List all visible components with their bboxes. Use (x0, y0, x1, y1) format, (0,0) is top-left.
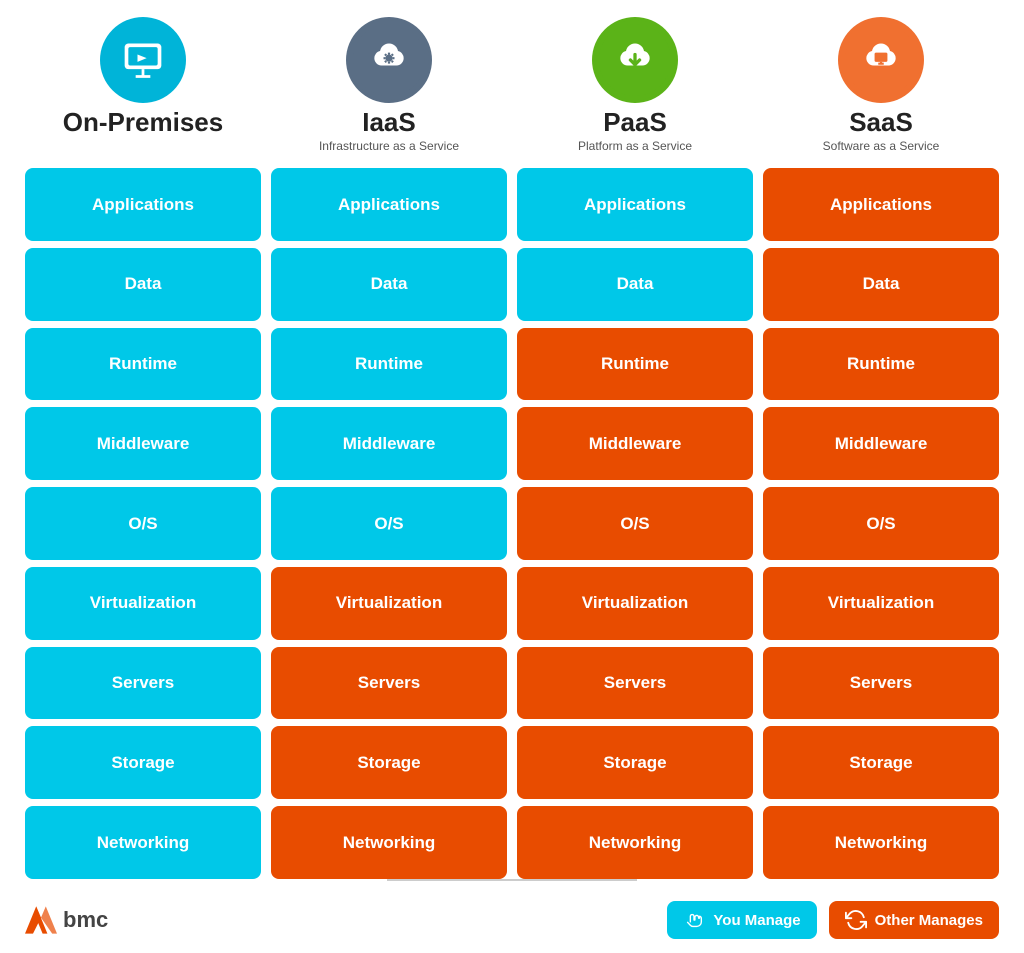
cell-0-0: Applications (25, 168, 261, 241)
hand-icon (683, 909, 705, 931)
legend-other-manages: Other Manages (829, 901, 999, 939)
paas-subtitle: Platform as a Service (578, 139, 692, 155)
cell-0-1: Applications (271, 168, 507, 241)
cell-2-2: Runtime (517, 328, 753, 401)
cell-1-1: Data (271, 248, 507, 321)
iaas-title: IaaS (362, 108, 416, 137)
legend-you-manage: You Manage (667, 901, 816, 939)
bmc-logo: bmc (25, 906, 108, 934)
on-premises-icon-circle (103, 20, 183, 100)
paas-icon-circle (595, 20, 675, 100)
cell-5-1: Virtualization (271, 567, 507, 640)
cell-8-1: Networking (271, 806, 507, 879)
saas-icon-circle (841, 20, 921, 100)
you-manage-label: You Manage (713, 912, 800, 929)
grid-row-6: ServersServersServersServers (25, 647, 999, 720)
main-container: On-Premises IaaS Infrastructure as a Ser… (0, 0, 1024, 953)
saas-subtitle: Software as a Service (823, 139, 940, 155)
cell-7-2: Storage (517, 726, 753, 799)
cell-8-2: Networking (517, 806, 753, 879)
header-col-iaas: IaaS Infrastructure as a Service (271, 20, 507, 154)
cell-4-3: O/S (763, 487, 999, 560)
grid-row-1: DataDataDataData (25, 248, 999, 321)
cloud-download-icon (613, 38, 657, 82)
on-premises-title: On-Premises (63, 108, 223, 137)
grid-row-3: MiddlewareMiddlewareMiddlewareMiddleware (25, 407, 999, 480)
cell-6-0: Servers (25, 647, 261, 720)
cell-1-3: Data (763, 248, 999, 321)
cell-6-2: Servers (517, 647, 753, 720)
bmc-label: bmc (63, 907, 108, 933)
cell-4-0: O/S (25, 487, 261, 560)
cell-5-3: Virtualization (763, 567, 999, 640)
cell-7-0: Storage (25, 726, 261, 799)
cell-4-1: O/S (271, 487, 507, 560)
cell-3-0: Middleware (25, 407, 261, 480)
cell-5-2: Virtualization (517, 567, 753, 640)
iaas-icon-circle (349, 20, 429, 100)
bmc-logo-icon (25, 906, 57, 934)
cell-7-3: Storage (763, 726, 999, 799)
other-manages-label: Other Manages (875, 912, 983, 929)
cell-1-0: Data (25, 248, 261, 321)
cell-4-2: O/S (517, 487, 753, 560)
footer: bmc You Manage Other Manages (20, 891, 1004, 943)
cell-2-0: Runtime (25, 328, 261, 401)
cell-6-3: Servers (763, 647, 999, 720)
cell-8-0: Networking (25, 806, 261, 879)
header-col-on-premises: On-Premises (25, 20, 261, 154)
grid-rows: ApplicationsApplicationsApplicationsAppl… (20, 168, 1004, 879)
paas-title: PaaS (603, 108, 667, 137)
cell-5-0: Virtualization (25, 567, 261, 640)
grid-row-8: NetworkingNetworkingNetworkingNetworking (25, 806, 999, 879)
cell-7-1: Storage (271, 726, 507, 799)
saas-title: SaaS (849, 108, 913, 137)
cell-3-3: Middleware (763, 407, 999, 480)
grid-row-4: O/SO/SO/SO/S (25, 487, 999, 560)
cell-2-1: Runtime (271, 328, 507, 401)
header-row: On-Premises IaaS Infrastructure as a Ser… (20, 20, 1004, 154)
monitor-icon (121, 38, 165, 82)
cell-2-3: Runtime (763, 328, 999, 401)
grid-row-0: ApplicationsApplicationsApplicationsAppl… (25, 168, 999, 241)
divider (387, 879, 637, 881)
cloud-screen-icon (859, 38, 903, 82)
refresh-icon (845, 909, 867, 931)
cell-3-1: Middleware (271, 407, 507, 480)
header-col-paas: PaaS Platform as a Service (517, 20, 753, 154)
gear-cloud-icon (367, 38, 411, 82)
cell-3-2: Middleware (517, 407, 753, 480)
legend: You Manage Other Manages (667, 901, 999, 939)
cell-6-1: Servers (271, 647, 507, 720)
cell-1-2: Data (517, 248, 753, 321)
iaas-subtitle: Infrastructure as a Service (319, 139, 459, 155)
grid-row-7: StorageStorageStorageStorage (25, 726, 999, 799)
header-col-saas: SaaS Software as a Service (763, 20, 999, 154)
grid-row-5: VirtualizationVirtualizationVirtualizati… (25, 567, 999, 640)
cell-0-2: Applications (517, 168, 753, 241)
grid-row-2: RuntimeRuntimeRuntimeRuntime (25, 328, 999, 401)
cell-0-3: Applications (763, 168, 999, 241)
cell-8-3: Networking (763, 806, 999, 879)
